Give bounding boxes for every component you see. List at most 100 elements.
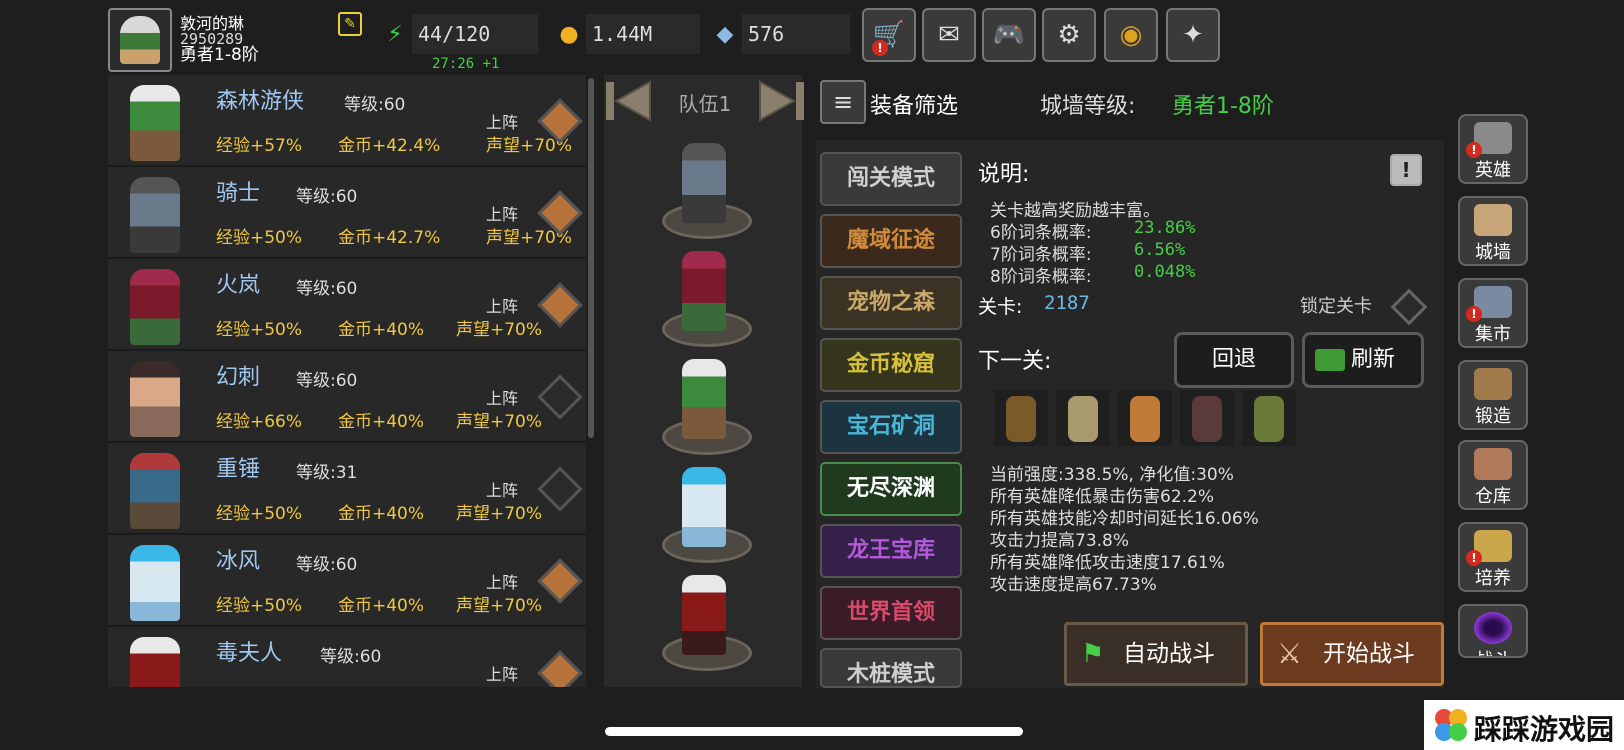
hero-gold-bonus: 金币+42.4% — [338, 136, 441, 156]
gamepad-button[interactable]: 🎮 — [982, 8, 1036, 62]
deploy-toggle[interactable] — [537, 282, 583, 328]
filter-label[interactable]: 装备筛选 — [870, 88, 958, 120]
enemy-preview — [1180, 390, 1234, 446]
mode-button-pet-forest[interactable]: 宠物之森 — [820, 276, 962, 330]
gold-coin-icon: ● — [559, 22, 579, 47]
color-wheel-button[interactable]: ◉ — [1104, 8, 1158, 62]
hero-row[interactable]: 火岚 等级:60 经验+50% 金币+40% 声望+70% 上阵 — [108, 259, 586, 351]
settings-button[interactable]: ⚙ — [1042, 8, 1096, 62]
enemy-preview — [1056, 390, 1110, 446]
gem-icon: ◆ — [716, 22, 734, 47]
team-hero-ice[interactable] — [682, 467, 726, 547]
hero-list[interactable]: 森林游侠 等级:60 经验+57% 金币+42.4% 声望+70% 上阵 骑士 … — [108, 75, 586, 687]
hero-fame-bonus: 声望+70% — [456, 412, 543, 432]
enemy-preview — [994, 390, 1048, 446]
team-label: 队伍1 — [678, 92, 732, 116]
side-nav-forge[interactable]: 锻造 — [1458, 360, 1528, 430]
video-ad-icon — [1315, 349, 1345, 371]
hero-sprite — [130, 545, 180, 621]
mode-button-gold-cave[interactable]: 金币秘窟 — [820, 338, 962, 392]
help-icon[interactable]: ! — [1390, 154, 1422, 186]
deploy-label: 上阵 — [486, 205, 519, 224]
stage-value: 2187 — [1044, 292, 1090, 314]
team-next-arrow-icon[interactable] — [758, 78, 806, 124]
rate-value: 0.048% — [1134, 262, 1196, 282]
mode-button-gem-mine[interactable]: 宝石矿洞 — [820, 400, 962, 454]
hero-fame-bonus: 声望+70% — [456, 320, 543, 340]
hero-level: 等级:60 — [296, 279, 358, 299]
side-nav-label: 培养 — [1475, 568, 1511, 589]
portal-icon — [1474, 612, 1512, 644]
side-nav-battle[interactable]: 战斗 — [1458, 604, 1528, 658]
team-hero-poison[interactable] — [682, 575, 726, 655]
deploy-label: 上阵 — [486, 481, 519, 500]
auto-battle-button[interactable]: ⚑ 自动战斗 — [1064, 622, 1248, 686]
deploy-toggle[interactable] — [537, 466, 583, 512]
hero-row[interactable]: 森林游侠 等级:60 经验+57% 金币+42.4% 声望+70% 上阵 — [108, 75, 586, 167]
hero-level: 等级:31 — [296, 463, 358, 483]
enemy-preview — [1242, 390, 1296, 446]
mode-button-world-boss[interactable]: 世界首领 — [820, 586, 962, 640]
hero-name: 幻刺 — [216, 365, 261, 390]
retreat-button[interactable]: 回退 — [1174, 332, 1294, 388]
anvil-hammer-icon — [1474, 368, 1512, 400]
enemy-preview — [1118, 390, 1172, 446]
mail-button[interactable]: ✉ — [922, 8, 976, 62]
hero-row[interactable]: 幻刺 等级:60 经验+66% 金币+40% 声望+70% 上阵 — [108, 351, 586, 443]
side-nav-market[interactable]: ! 集市 — [1458, 278, 1528, 348]
team-prev-arrow-icon[interactable] — [604, 78, 652, 124]
side-nav-label: 集市 — [1475, 324, 1511, 345]
side-nav-train[interactable]: ! 培养 — [1458, 522, 1528, 592]
hero-exp-bonus: 经验+50% — [216, 228, 303, 248]
side-nav-wall[interactable]: 城墙 — [1458, 196, 1528, 266]
hero-gold-bonus: 金币+40% — [338, 596, 425, 616]
hero-gold-bonus: 金币+40% — [338, 504, 425, 524]
player-avatar[interactable] — [108, 8, 172, 72]
hero-level: 等级:60 — [296, 187, 358, 207]
hero-name: 毒夫人 — [216, 641, 283, 666]
hero-name: 森林游侠 — [216, 89, 305, 114]
home-indicator[interactable] — [605, 727, 1023, 736]
hero-gold-bonus: 金币+40% — [338, 320, 425, 340]
side-nav-storage[interactable]: 仓库 — [1458, 440, 1528, 510]
hero-exp-bonus: 经验+50% — [216, 596, 303, 616]
hero-sprite — [130, 361, 180, 437]
deploy-toggle[interactable] — [537, 650, 583, 687]
hero-row[interactable]: 毒夫人 等级:60 上阵 — [108, 627, 586, 687]
edit-icon[interactable]: ✎ — [338, 12, 362, 36]
mode-button-endless-abyss[interactable]: 无尽深渊 — [820, 462, 962, 516]
team-hero-ranger[interactable] — [682, 359, 726, 439]
hero-name: 火岚 — [216, 273, 261, 298]
hero-exp-bonus: 经验+50% — [216, 320, 303, 340]
deploy-label: 上阵 — [486, 297, 519, 316]
player-rank: 勇者1-8阶 — [180, 45, 259, 65]
mode-button-dragon-vault[interactable]: 龙王宝库 — [820, 524, 962, 578]
deploy-label: 上阵 — [486, 389, 519, 408]
mode-button-demon-journey[interactable]: 魔域征途 — [820, 214, 962, 268]
team-lineup — [604, 75, 802, 687]
hero-row[interactable]: 冰风 等级:60 经验+50% 金币+40% 声望+70% 上阵 — [108, 535, 586, 627]
filter-menu-button[interactable]: ≡ — [820, 80, 866, 124]
refresh-button[interactable]: 刷新 — [1302, 332, 1424, 388]
watermark-logo-icon — [1435, 709, 1467, 741]
hero-level: 等级:60 — [296, 371, 358, 391]
team-hero-fire[interactable] — [682, 251, 726, 331]
hero-sprite — [130, 269, 180, 345]
energy-timer: 27:26 +1 — [432, 56, 500, 72]
start-battle-button[interactable]: ⚔ 开始战斗 — [1260, 622, 1444, 686]
mode-button-stage[interactable]: 闯关模式 — [820, 152, 962, 206]
shop-cart-button[interactable]: 🛒! — [862, 8, 916, 62]
chest-icon — [1474, 448, 1512, 480]
mode-button-dummy[interactable]: 木桩模式 — [820, 648, 962, 688]
hero-list-scrollbar[interactable] — [588, 78, 594, 438]
hero-row[interactable]: 重锤 等级:31 经验+50% 金币+40% 声望+70% 上阵 — [108, 443, 586, 535]
start-battle-label: 开始战斗 — [1323, 641, 1415, 667]
deploy-toggle[interactable] — [537, 558, 583, 604]
team-hero-knight[interactable] — [682, 143, 726, 223]
deploy-toggle[interactable] — [537, 374, 583, 420]
firework-button[interactable]: ✦ — [1166, 8, 1220, 62]
modifier-line: 攻击速度提高67.73% — [990, 575, 1157, 595]
crossed-swords-icon: ⚔ — [1277, 637, 1303, 670]
side-nav-hero[interactable]: ! 英雄 — [1458, 114, 1528, 184]
hero-row[interactable]: 骑士 等级:60 经验+50% 金币+42.7% 声望+70% 上阵 — [108, 167, 586, 259]
